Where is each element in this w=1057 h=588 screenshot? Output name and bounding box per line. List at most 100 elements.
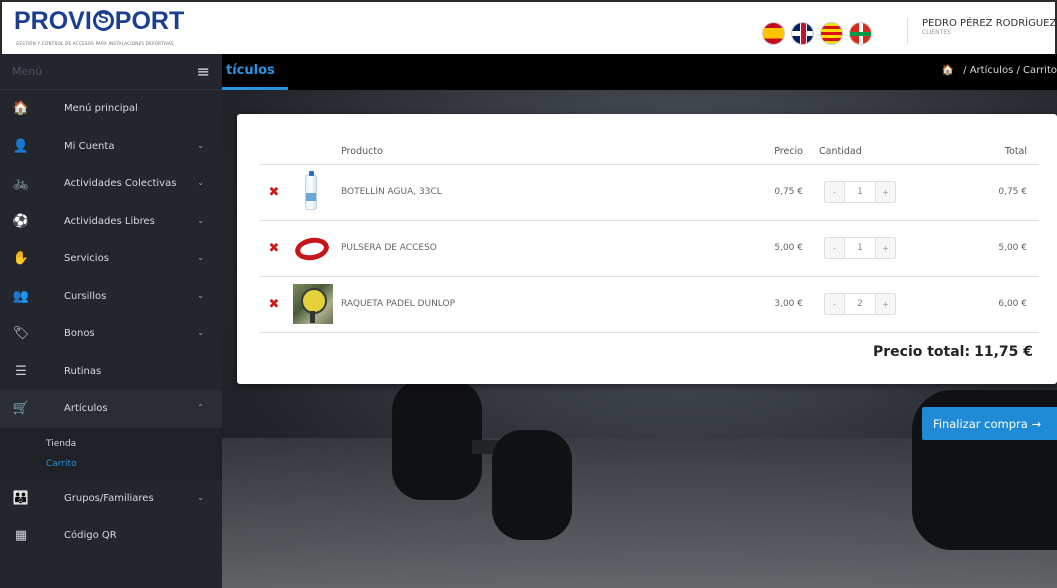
flag-uk-icon[interactable] xyxy=(791,22,814,45)
users-icon: 👪 xyxy=(12,490,30,506)
product-total: 5,00 € xyxy=(939,220,1039,277)
quantity-cell: -1 + xyxy=(819,220,939,277)
quantity-input[interactable]: 1 xyxy=(845,187,875,197)
sidebar-item-tags[interactable]: 🏷 Bonos ⌄ xyxy=(0,315,222,353)
product-name: PULSERA DE ACCESO xyxy=(339,220,759,277)
quantity-input[interactable]: 1 xyxy=(845,243,875,253)
quantity-increase-button[interactable]: + xyxy=(875,182,895,202)
quantity-increase-button[interactable]: + xyxy=(875,294,895,314)
quantity-cell: -2 + xyxy=(819,276,939,333)
product-total: 6,00 € xyxy=(939,276,1039,333)
sidebar-item-label: Cursillos xyxy=(64,290,107,302)
chevron-down-icon: ⌄ xyxy=(197,140,204,150)
submenu-item-tienda[interactable]: Tienda xyxy=(0,434,222,454)
submenu-item-carrito[interactable]: Carrito xyxy=(0,454,222,474)
content-bar: tículos 🏠 / Artículos / Carrito xyxy=(222,54,1057,90)
table-row: ✖ RAQUETA PADEL DUNLOP 3,00 € -2 +6,00 € xyxy=(259,276,1039,333)
group-icon: 👥 xyxy=(12,288,30,304)
quantity-decrease-button[interactable]: - xyxy=(825,294,845,314)
header-price: Precio xyxy=(759,140,819,165)
delete-cell: ✖ xyxy=(259,276,289,333)
product-image xyxy=(293,228,331,268)
product-price: 3,00 € xyxy=(759,276,819,333)
delete-item-icon[interactable]: ✖ xyxy=(269,297,280,312)
sidebar-item-service[interactable]: ✋ Servicios ⌄ xyxy=(0,240,222,278)
sidebar-item-user[interactable]: 👤 Mi Cuenta ⌄ xyxy=(0,128,222,166)
language-selector xyxy=(762,22,872,45)
sidebar-item-label: Código QR xyxy=(64,530,117,542)
sidebar-item-qrcode[interactable]: ▦ Código QR xyxy=(0,517,222,555)
header-image xyxy=(289,140,339,165)
sidebar-item-basketball[interactable]: ⚽ Actividades Libres ⌄ xyxy=(0,203,222,241)
logo-text-b: PORT xyxy=(114,7,185,35)
delete-item-icon[interactable]: ✖ xyxy=(269,185,280,200)
user-menu[interactable]: PEDRO PÉREZ RODRÍGUEZ CLIENTES xyxy=(907,18,1056,44)
product-image xyxy=(293,284,333,324)
cart-panel: Producto Precio Cantidad Total ✖ BOTELLÍN… xyxy=(237,114,1057,384)
quantity-input[interactable]: 2 xyxy=(845,299,875,309)
sidebar-item-label: Bonos xyxy=(64,328,95,340)
sidebar-title: Menú xyxy=(12,65,43,78)
bicycle-icon: 🚲 xyxy=(12,176,30,192)
bottle-image xyxy=(305,171,317,210)
chevron-down-icon: ⌄ xyxy=(197,290,204,300)
user-role: CLIENTES xyxy=(922,29,951,36)
quantity-decrease-button[interactable]: - xyxy=(825,182,845,202)
sidebar-submenu-articulos: Tienda Carrito xyxy=(0,427,222,480)
sidebar-item-label: Servicios xyxy=(64,253,109,265)
cart-total: Precio total: 11,75 € xyxy=(873,344,1033,360)
flag-basque-icon[interactable] xyxy=(849,22,872,45)
quantity-stepper: -1 + xyxy=(824,181,896,203)
band-image xyxy=(293,235,331,263)
page-title: tículos xyxy=(226,63,275,78)
total-value: 11,75 € xyxy=(974,344,1033,360)
sidebar-item-home[interactable]: 🏠 Menú principal xyxy=(0,90,222,128)
chevron-down-icon: ⌄ xyxy=(197,492,204,502)
chevron-down-icon: ⌄ xyxy=(197,253,204,262)
sidebar-items: 🏠 Menú principal 👤 Mi Cuenta ⌄ 🚲 Actividades C… xyxy=(0,90,222,555)
home-icon: 🏠 xyxy=(12,101,30,117)
top-header: PROVI PORT GESTIÓN Y CONTROL DE ACCESOS P… xyxy=(0,0,1057,54)
logo-ring-icon xyxy=(92,10,114,31)
hamburger-menu-icon[interactable]: ≡ xyxy=(197,62,210,81)
dumbbell-weight-left xyxy=(392,380,482,500)
flag-catalonia-icon[interactable] xyxy=(820,22,843,45)
sidebar-item-cart[interactable]: 🛒 Artículos ⌃ xyxy=(0,390,222,428)
logo[interactable]: PROVI PORT xyxy=(14,7,184,36)
cart-icon: 🛒 xyxy=(12,401,30,417)
product-total: 0,75 € xyxy=(939,164,1039,221)
sidebar-item-group[interactable]: 👥 Cursillos ⌄ xyxy=(0,278,222,316)
list-icon: ☰ xyxy=(15,363,27,379)
finish-purchase-button[interactable]: Finalizar compra → xyxy=(922,407,1057,440)
delete-item-icon[interactable]: ✖ xyxy=(269,241,280,256)
sidebar-item-label: Rutinas xyxy=(64,365,102,377)
quantity-decrease-button[interactable]: - xyxy=(825,238,845,258)
flag-spain-icon[interactable] xyxy=(762,22,785,45)
cart-rows: ✖ BOTELLÍN AGUA, 33CL 0,75 € -1 +0,75 € ✖ PULS… xyxy=(259,164,1039,333)
image-cell xyxy=(289,276,339,333)
product-name: RAQUETA PADEL DUNLOP xyxy=(339,276,759,333)
delete-cell: ✖ xyxy=(259,220,289,277)
breadcrumb: 🏠 / Artículos / Carrito xyxy=(942,65,1057,76)
quantity-increase-button[interactable]: + xyxy=(875,238,895,258)
user-icon: 👤 xyxy=(12,138,30,154)
cart-table: Producto Precio Cantidad Total ✖ BOTELLÍN… xyxy=(259,140,1039,333)
dumbbell-weight-right xyxy=(492,430,572,540)
sidebar-item-bicycle[interactable]: 🚲 Actividades Colectivas ⌄ xyxy=(0,165,222,203)
header-product: Producto xyxy=(339,140,759,165)
chevron-down-icon: ⌄ xyxy=(197,328,204,337)
total-label: Precio total: xyxy=(872,344,971,360)
home-icon[interactable]: 🏠 xyxy=(942,65,954,76)
sidebar-item-label: Actividades Libres xyxy=(64,215,155,227)
breadcrumb-text[interactable]: / Artículos / Carrito xyxy=(960,65,1057,76)
product-image xyxy=(293,171,329,212)
header-total: Total xyxy=(939,140,1039,165)
sidebar-item-list[interactable]: ☰ Rutinas xyxy=(0,353,222,391)
sidebar-item-users[interactable]: 👪 Grupos/Familiares ⌄ xyxy=(0,480,222,518)
logo-tagline: GESTIÓN Y CONTROL DE ACCESOS PARA INSTAL… xyxy=(16,41,174,46)
qrcode-icon: ▦ xyxy=(14,528,28,544)
header-delete xyxy=(259,140,289,165)
basketball-icon: ⚽ xyxy=(12,213,30,229)
table-row: ✖ BOTELLÍN AGUA, 33CL 0,75 € -1 +0,75 € xyxy=(259,164,1039,221)
quantity-cell: -1 + xyxy=(819,164,939,221)
